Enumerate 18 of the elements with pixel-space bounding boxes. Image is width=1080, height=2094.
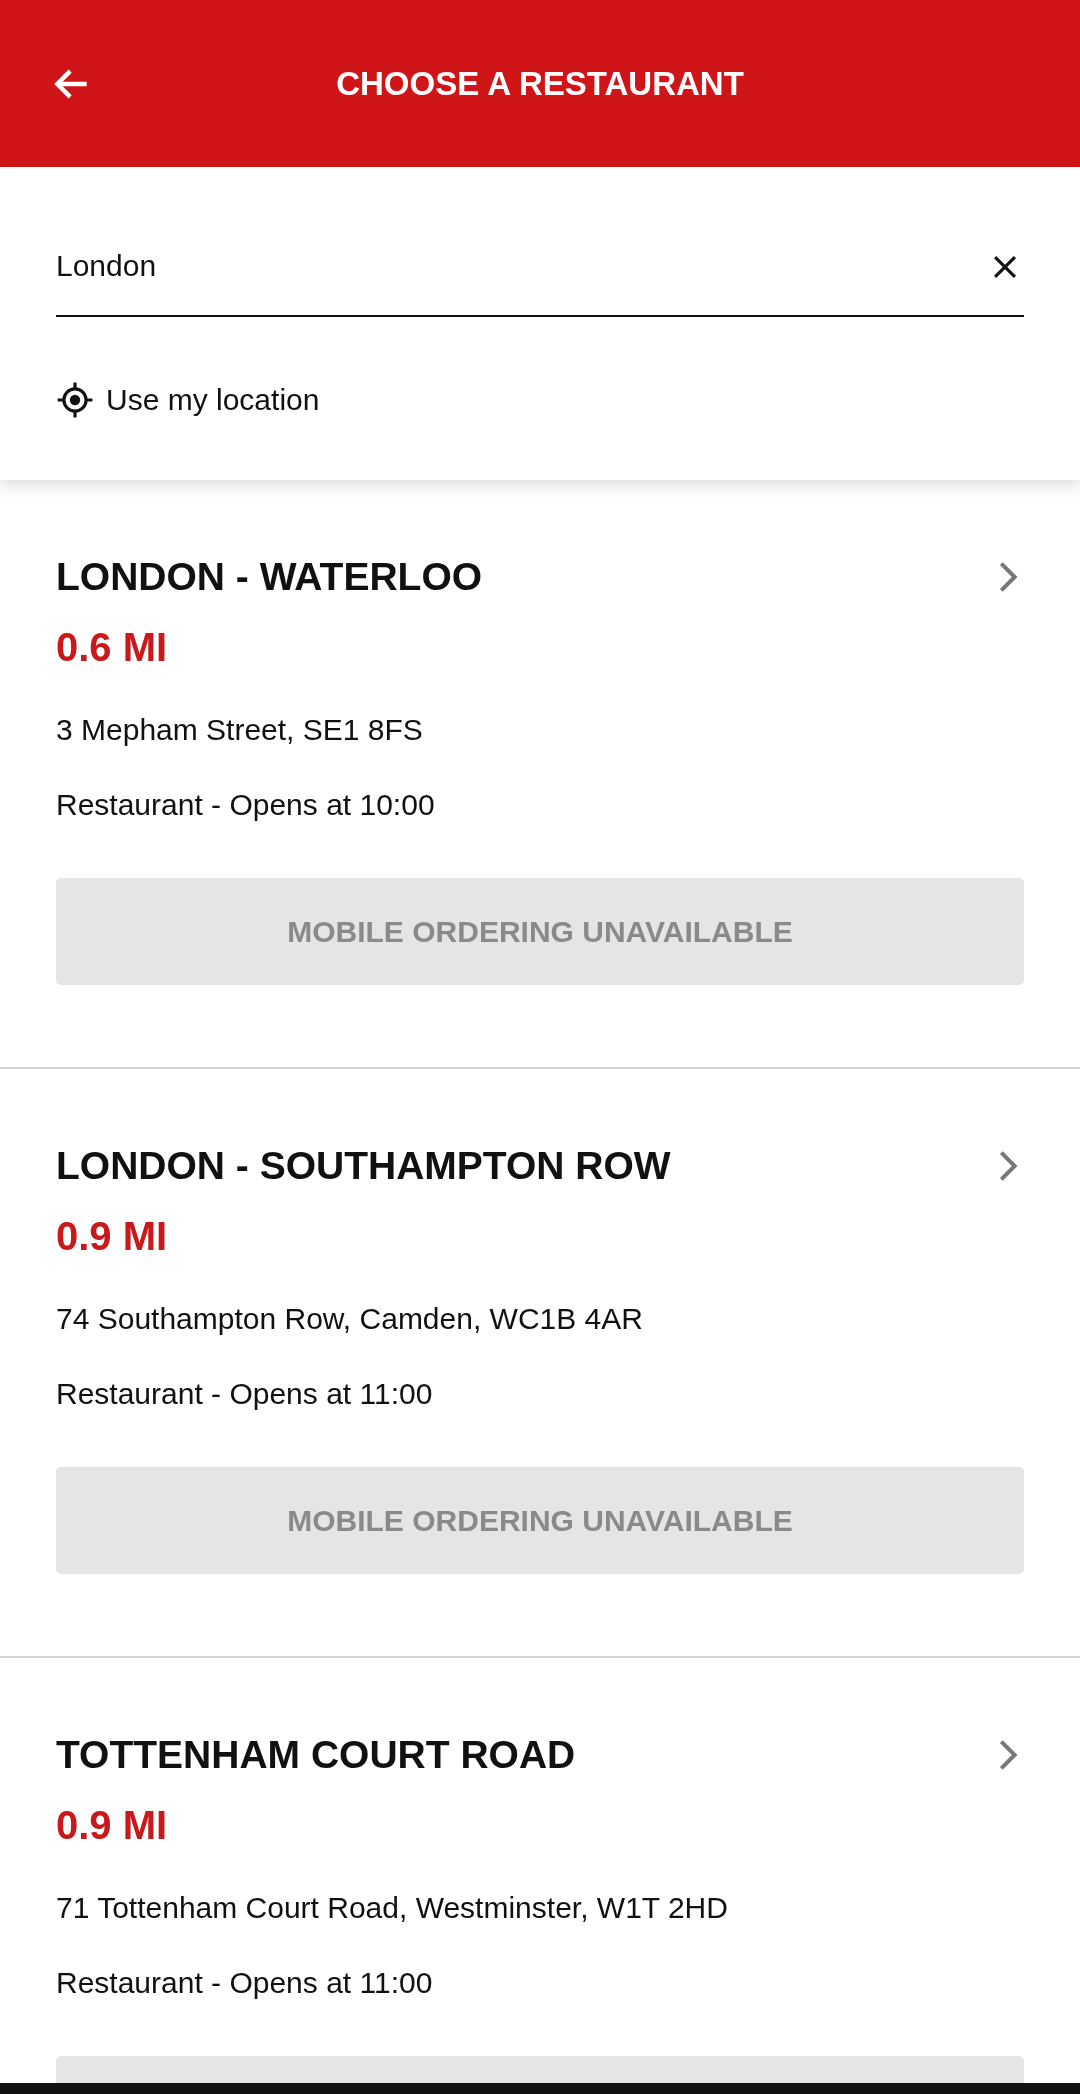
use-location-link[interactable]: Use my location — [56, 381, 320, 419]
distance: 0.6 MI — [56, 624, 169, 671]
restaurant-name: LONDON - WATERLOO — [56, 554, 483, 600]
opening-hours: Restaurant - Opens at 11:00 — [56, 1376, 434, 1412]
opening-hours: Restaurant - Opens at 10:00 — [56, 787, 436, 823]
page-title: CHOOSE A RESTAURANT — [336, 64, 744, 103]
distance: 0.9 MI — [56, 1213, 169, 1260]
address: 3 Mepham Street, SE1 8FS — [56, 712, 424, 748]
address: 71 Tottenham Court Road, Westminster, W1T 2HD — [56, 1890, 729, 1926]
location-target-icon — [56, 381, 94, 419]
restaurant-name: TOTTENHAM COURT ROAD — [56, 1732, 576, 1778]
address: 74 Southampton Row, Camden, WC1B 4AR — [56, 1301, 644, 1337]
restaurant-card[interactable]: LONDON - SOUTHAMPTON ROW 0.9 MI 74 Southampton Row, Camden, WC1B 4AR Restaurant - Opens at 11:00 MOBILE ORDERING UNAVAILABLE — [0, 1069, 1080, 1658]
restaurant-name: LONDON - SOUTHAMPTON ROW — [56, 1143, 671, 1189]
opening-hours: Restaurant - Opens at 11:00 — [56, 1965, 434, 2001]
restaurant-card[interactable]: LONDON - WATERLOO 0.6 MI 3 Mepham Street, SE1 8FS Restaurant - Opens at 10:00 MOBILE ORDERING UNAVAILABLE — [0, 480, 1080, 1069]
search-field[interactable]: London — [56, 217, 1024, 317]
distance: 0.9 MI — [56, 1802, 169, 1849]
